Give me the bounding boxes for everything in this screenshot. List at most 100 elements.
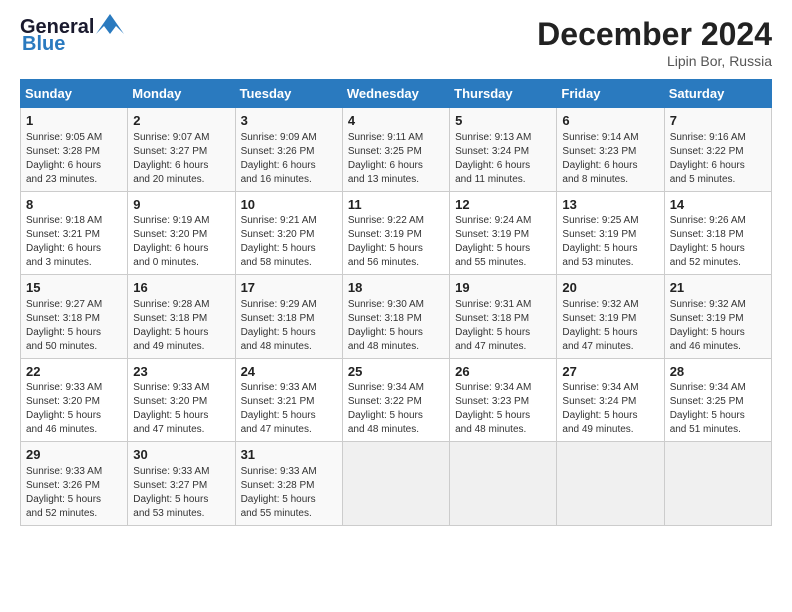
day-detail: Sunrise: 9:13 AMSunset: 3:24 PMDaylight:… [455,131,551,187]
day-number: 2 [133,112,229,130]
calendar-cell [342,442,449,526]
day-number: 9 [133,196,229,214]
day-detail: Sunrise: 9:25 AMSunset: 3:19 PMDaylight:… [562,214,658,270]
calendar-cell: 24Sunrise: 9:33 AMSunset: 3:21 PMDayligh… [235,358,342,442]
calendar-week-row: 15Sunrise: 9:27 AMSunset: 3:18 PMDayligh… [21,275,772,359]
day-detail: Sunrise: 9:29 AMSunset: 3:18 PMDaylight:… [241,298,337,354]
calendar-cell: 29Sunrise: 9:33 AMSunset: 3:26 PMDayligh… [21,442,128,526]
day-number: 1 [26,112,122,130]
logo-icon [96,14,124,34]
day-detail: Sunrise: 9:28 AMSunset: 3:18 PMDaylight:… [133,298,229,354]
day-number: 6 [562,112,658,130]
day-number: 26 [455,363,551,381]
calendar-cell [557,442,664,526]
day-number: 13 [562,196,658,214]
day-detail: Sunrise: 9:33 AMSunset: 3:26 PMDaylight:… [26,465,122,521]
location-subtitle: Lipin Bor, Russia [537,53,772,69]
calendar-cell: 21Sunrise: 9:32 AMSunset: 3:19 PMDayligh… [664,275,771,359]
col-friday: Friday [557,80,664,108]
calendar-cell: 31Sunrise: 9:33 AMSunset: 3:28 PMDayligh… [235,442,342,526]
day-detail: Sunrise: 9:22 AMSunset: 3:19 PMDaylight:… [348,214,444,270]
day-number: 27 [562,363,658,381]
day-detail: Sunrise: 9:34 AMSunset: 3:23 PMDaylight:… [455,381,551,437]
calendar-cell: 17Sunrise: 9:29 AMSunset: 3:18 PMDayligh… [235,275,342,359]
calendar-cell: 22Sunrise: 9:33 AMSunset: 3:20 PMDayligh… [21,358,128,442]
calendar-cell: 8Sunrise: 9:18 AMSunset: 3:21 PMDaylight… [21,191,128,275]
title-block: December 2024 Lipin Bor, Russia [537,16,772,69]
calendar-cell: 19Sunrise: 9:31 AMSunset: 3:18 PMDayligh… [450,275,557,359]
day-detail: Sunrise: 9:18 AMSunset: 3:21 PMDaylight:… [26,214,122,270]
calendar-cell: 20Sunrise: 9:32 AMSunset: 3:19 PMDayligh… [557,275,664,359]
day-number: 11 [348,196,444,214]
calendar-cell: 14Sunrise: 9:26 AMSunset: 3:18 PMDayligh… [664,191,771,275]
calendar-cell: 16Sunrise: 9:28 AMSunset: 3:18 PMDayligh… [128,275,235,359]
day-number: 16 [133,279,229,297]
day-detail: Sunrise: 9:26 AMSunset: 3:18 PMDaylight:… [670,214,766,270]
day-number: 18 [348,279,444,297]
day-number: 28 [670,363,766,381]
day-number: 19 [455,279,551,297]
calendar-cell: 30Sunrise: 9:33 AMSunset: 3:27 PMDayligh… [128,442,235,526]
calendar-cell: 28Sunrise: 9:34 AMSunset: 3:25 PMDayligh… [664,358,771,442]
day-detail: Sunrise: 9:24 AMSunset: 3:19 PMDaylight:… [455,214,551,270]
calendar-cell: 26Sunrise: 9:34 AMSunset: 3:23 PMDayligh… [450,358,557,442]
calendar-header-row: Sunday Monday Tuesday Wednesday Thursday… [21,80,772,108]
day-detail: Sunrise: 9:19 AMSunset: 3:20 PMDaylight:… [133,214,229,270]
col-monday: Monday [128,80,235,108]
calendar-cell: 18Sunrise: 9:30 AMSunset: 3:18 PMDayligh… [342,275,449,359]
calendar-cell: 10Sunrise: 9:21 AMSunset: 3:20 PMDayligh… [235,191,342,275]
day-detail: Sunrise: 9:16 AMSunset: 3:22 PMDaylight:… [670,131,766,187]
day-detail: Sunrise: 9:09 AMSunset: 3:26 PMDaylight:… [241,131,337,187]
day-number: 24 [241,363,337,381]
calendar-cell: 11Sunrise: 9:22 AMSunset: 3:19 PMDayligh… [342,191,449,275]
col-tuesday: Tuesday [235,80,342,108]
day-number: 8 [26,196,122,214]
col-thursday: Thursday [450,80,557,108]
col-sunday: Sunday [21,80,128,108]
day-detail: Sunrise: 9:14 AMSunset: 3:23 PMDaylight:… [562,131,658,187]
day-number: 22 [26,363,122,381]
day-number: 3 [241,112,337,130]
day-detail: Sunrise: 9:33 AMSunset: 3:20 PMDaylight:… [26,381,122,437]
day-number: 20 [562,279,658,297]
calendar-cell: 13Sunrise: 9:25 AMSunset: 3:19 PMDayligh… [557,191,664,275]
day-detail: Sunrise: 9:21 AMSunset: 3:20 PMDaylight:… [241,214,337,270]
day-detail: Sunrise: 9:33 AMSunset: 3:28 PMDaylight:… [241,465,337,521]
header: General Blue December 2024 Lipin Bor, Ru… [20,16,772,69]
calendar-week-row: 22Sunrise: 9:33 AMSunset: 3:20 PMDayligh… [21,358,772,442]
day-number: 15 [26,279,122,297]
day-number: 25 [348,363,444,381]
calendar-week-row: 8Sunrise: 9:18 AMSunset: 3:21 PMDaylight… [21,191,772,275]
day-number: 5 [455,112,551,130]
day-detail: Sunrise: 9:11 AMSunset: 3:25 PMDaylight:… [348,131,444,187]
calendar-cell: 27Sunrise: 9:34 AMSunset: 3:24 PMDayligh… [557,358,664,442]
day-detail: Sunrise: 9:33 AMSunset: 3:20 PMDaylight:… [133,381,229,437]
calendar-cell: 7Sunrise: 9:16 AMSunset: 3:22 PMDaylight… [664,108,771,192]
day-detail: Sunrise: 9:32 AMSunset: 3:19 PMDaylight:… [670,298,766,354]
month-title: December 2024 [537,16,772,53]
calendar-cell [450,442,557,526]
calendar-cell: 3Sunrise: 9:09 AMSunset: 3:26 PMDaylight… [235,108,342,192]
day-detail: Sunrise: 9:33 AMSunset: 3:21 PMDaylight:… [241,381,337,437]
calendar-container: General Blue December 2024 Lipin Bor, Ru… [0,0,792,536]
day-number: 17 [241,279,337,297]
day-detail: Sunrise: 9:31 AMSunset: 3:18 PMDaylight:… [455,298,551,354]
calendar-week-row: 1Sunrise: 9:05 AMSunset: 3:28 PMDaylight… [21,108,772,192]
day-number: 31 [241,446,337,464]
calendar-cell: 23Sunrise: 9:33 AMSunset: 3:20 PMDayligh… [128,358,235,442]
day-number: 14 [670,196,766,214]
day-number: 29 [26,446,122,464]
day-detail: Sunrise: 9:30 AMSunset: 3:18 PMDaylight:… [348,298,444,354]
day-number: 10 [241,196,337,214]
logo: General Blue [20,16,124,56]
calendar-week-row: 29Sunrise: 9:33 AMSunset: 3:26 PMDayligh… [21,442,772,526]
calendar-table: Sunday Monday Tuesday Wednesday Thursday… [20,79,772,526]
day-number: 21 [670,279,766,297]
logo-blue: Blue [22,33,65,56]
day-detail: Sunrise: 9:05 AMSunset: 3:28 PMDaylight:… [26,131,122,187]
calendar-cell: 4Sunrise: 9:11 AMSunset: 3:25 PMDaylight… [342,108,449,192]
col-saturday: Saturday [664,80,771,108]
calendar-cell: 9Sunrise: 9:19 AMSunset: 3:20 PMDaylight… [128,191,235,275]
day-detail: Sunrise: 9:34 AMSunset: 3:24 PMDaylight:… [562,381,658,437]
calendar-cell: 1Sunrise: 9:05 AMSunset: 3:28 PMDaylight… [21,108,128,192]
